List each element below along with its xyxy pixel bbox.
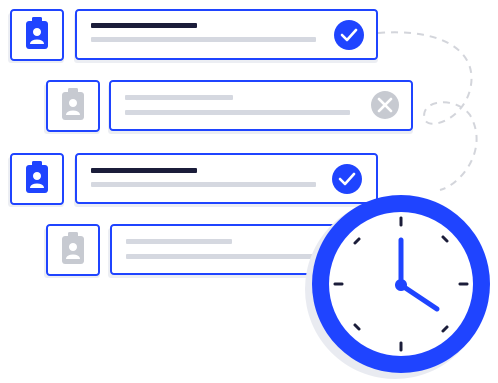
title-line bbox=[125, 95, 233, 100]
subtitle-line bbox=[126, 254, 316, 259]
clipboard-user-icon bbox=[26, 17, 48, 49]
clipboard-user-icon bbox=[62, 88, 84, 120]
subtitle-line bbox=[91, 37, 316, 42]
check-badge bbox=[332, 164, 362, 194]
task-card[interactable] bbox=[110, 224, 338, 275]
subtitle-line bbox=[125, 110, 350, 115]
task-card[interactable] bbox=[75, 153, 378, 204]
title-line bbox=[126, 239, 232, 244]
title-line bbox=[91, 168, 197, 173]
title-line bbox=[91, 23, 197, 28]
task-card[interactable] bbox=[109, 80, 413, 131]
task-row-2 bbox=[44, 80, 413, 134]
clipboard-user-icon bbox=[62, 232, 84, 264]
task-row-1 bbox=[8, 9, 378, 63]
task-row-4 bbox=[44, 224, 338, 278]
task-card[interactable] bbox=[75, 9, 378, 60]
task-checklist-illustration bbox=[8, 9, 490, 379]
clipboard-user-icon bbox=[26, 161, 48, 193]
task-row-3 bbox=[8, 153, 378, 207]
subtitle-line bbox=[91, 182, 316, 187]
check-badge bbox=[334, 20, 364, 50]
clock-icon bbox=[305, 195, 490, 379]
clock-center bbox=[395, 279, 407, 291]
